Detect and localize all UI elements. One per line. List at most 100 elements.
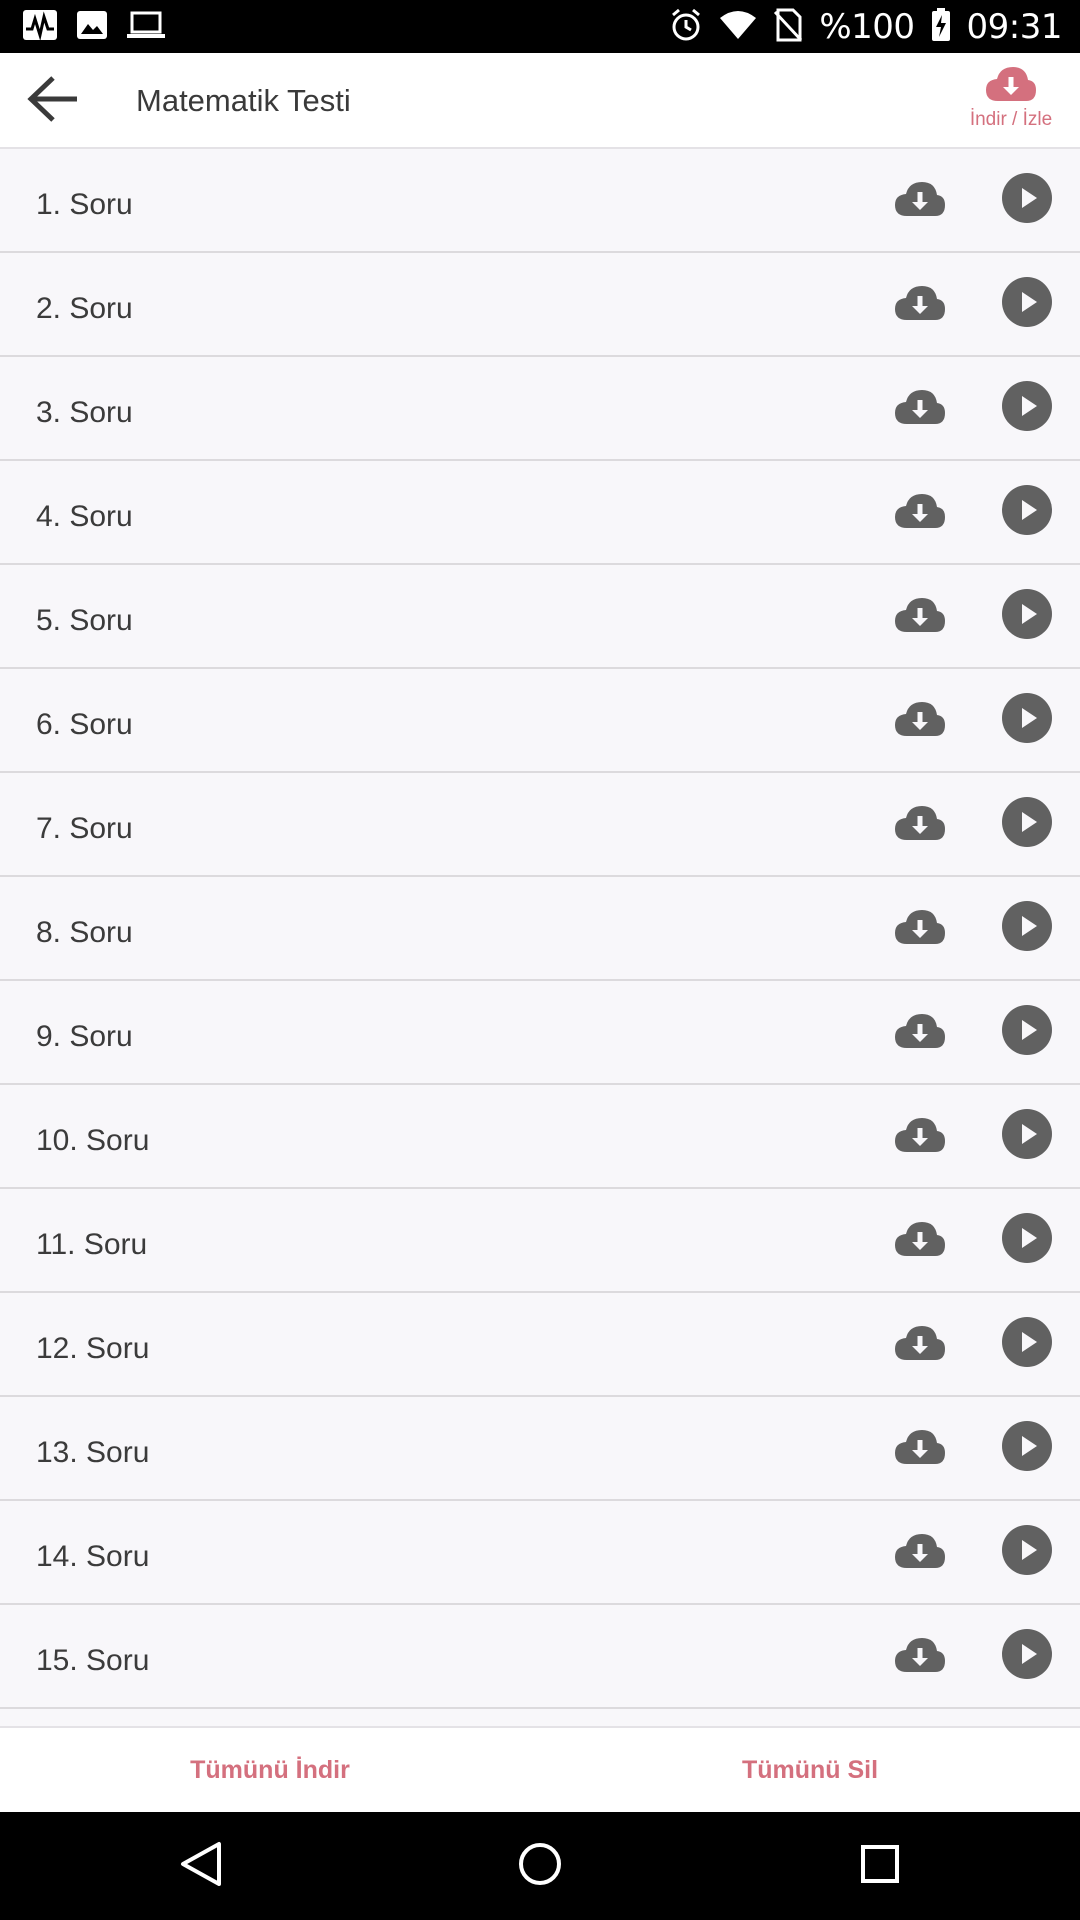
nav-recents-button[interactable]: [850, 1836, 910, 1896]
battery-level: %100: [819, 6, 915, 47]
list-item[interactable]: 1. Soru: [0, 149, 1080, 253]
question-label: 1. Soru: [36, 188, 133, 221]
question-list[interactable]: 1. Soru 2. Soru 3. Soru 4. Soru 5. Soru 6. So…: [0, 149, 1080, 1726]
play-question-button[interactable]: [1001, 1004, 1053, 1060]
question-label: 7. Soru: [36, 812, 133, 845]
play-question-button[interactable]: [1001, 1420, 1053, 1476]
list-item[interactable]: 14. Soru: [0, 1501, 1080, 1605]
download-question-button[interactable]: [890, 1319, 950, 1369]
cloud-download-icon: [893, 1634, 947, 1678]
play-circle-icon: [1001, 1108, 1053, 1164]
question-label: 9. Soru: [36, 1020, 133, 1053]
download-question-button[interactable]: [890, 1527, 950, 1577]
play-question-button[interactable]: [1001, 589, 1053, 642]
download-question-button[interactable]: [890, 591, 950, 641]
play-question-button[interactable]: [1001, 1316, 1053, 1372]
cloud-download-icon: [893, 1218, 947, 1262]
download-question-button[interactable]: [890, 1631, 950, 1681]
download-question-button[interactable]: [890, 1423, 950, 1473]
cloud-download-icon: [893, 1114, 947, 1158]
cloud-download-icon: [984, 63, 1038, 107]
question-label: 6. Soru: [36, 708, 133, 741]
cloud-download-icon: [893, 802, 947, 846]
play-question-button[interactable]: [1001, 1212, 1053, 1268]
play-question-button[interactable]: [1001, 693, 1053, 746]
page-title: Matematik Testi: [136, 83, 351, 118]
question-label: 5. Soru: [36, 604, 133, 637]
list-item[interactable]: 13. Soru: [0, 1397, 1080, 1501]
list-item[interactable]: 12. Soru: [0, 1293, 1080, 1397]
play-question-button[interactable]: [1001, 797, 1053, 850]
cloud-download-icon: [893, 1426, 947, 1470]
play-circle-icon: [1001, 1316, 1053, 1372]
play-question-button[interactable]: [1001, 1524, 1053, 1580]
laptop-icon: [126, 10, 166, 44]
square-recents-icon: [859, 1843, 901, 1889]
download-watch-button[interactable]: İndir / İzle: [956, 63, 1066, 143]
download-question-button[interactable]: [890, 279, 950, 329]
navigation-bar: [0, 1812, 1080, 1920]
list-item[interactable]: 3. Soru: [0, 357, 1080, 461]
download-question-button[interactable]: [890, 487, 950, 537]
question-label: 3. Soru: [36, 396, 133, 429]
download-question-button[interactable]: [890, 695, 950, 745]
back-button[interactable]: [22, 71, 84, 131]
list-item[interactable]: 6. Soru: [0, 669, 1080, 773]
list-item[interactable]: 7. Soru: [0, 773, 1080, 877]
download-question-button[interactable]: [890, 1215, 950, 1265]
play-circle-icon: [1001, 380, 1053, 436]
play-question-button[interactable]: [1001, 900, 1053, 956]
cloud-download-icon: [893, 178, 947, 222]
play-question-button[interactable]: [1001, 380, 1053, 436]
cloud-download-icon: [893, 906, 947, 950]
play-circle-icon: [1001, 484, 1053, 540]
download-question-button[interactable]: [890, 799, 950, 849]
app-bar: Matematik Testi İndir / İzle: [0, 53, 1080, 149]
list-item[interactable]: 11. Soru: [0, 1189, 1080, 1293]
play-circle-icon: [1001, 900, 1053, 956]
play-circle-icon: [1001, 1524, 1053, 1580]
cloud-download-icon: [893, 490, 947, 534]
play-circle-icon: [1001, 1628, 1053, 1684]
list-item[interactable]: 2. Soru: [0, 253, 1080, 357]
download-question-button[interactable]: [890, 903, 950, 953]
wifi-icon: [719, 10, 757, 44]
play-circle-icon: [1001, 276, 1053, 332]
nav-back-button[interactable]: [171, 1836, 231, 1896]
download-question-button[interactable]: [890, 383, 950, 433]
play-circle-icon: [1001, 172, 1053, 228]
download-question-button[interactable]: [890, 1111, 950, 1161]
question-label: 14. Soru: [36, 1540, 150, 1573]
triangle-back-icon: [179, 1841, 223, 1891]
nav-home-button[interactable]: [510, 1836, 570, 1896]
play-question-button[interactable]: [1001, 1628, 1053, 1684]
cloud-download-icon: [893, 594, 947, 638]
battery-charging-icon: [931, 7, 951, 46]
list-item[interactable]: 5. Soru: [0, 565, 1080, 669]
download-question-button[interactable]: [890, 1007, 950, 1057]
download-all-button[interactable]: Tümünü İndir: [0, 1728, 540, 1812]
cloud-download-icon: [893, 1010, 947, 1054]
delete-all-button[interactable]: Tümünü Sil: [540, 1728, 1080, 1812]
play-question-button[interactable]: [1001, 484, 1053, 540]
list-item[interactable]: 4. Soru: [0, 461, 1080, 565]
play-circle-icon: [1001, 1004, 1053, 1060]
play-question-button[interactable]: [1001, 172, 1053, 228]
status-bar: %100 09:31: [0, 0, 1080, 53]
download-question-button[interactable]: [890, 175, 950, 225]
question-label: 4. Soru: [36, 500, 133, 533]
play-circle-icon: [1001, 1212, 1053, 1268]
list-item[interactable]: 9. Soru: [0, 981, 1080, 1085]
play-question-button[interactable]: [1001, 1108, 1053, 1164]
play-circle-icon: [1001, 1420, 1053, 1476]
question-label: 10. Soru: [36, 1124, 150, 1157]
play-question-button[interactable]: [1001, 276, 1053, 332]
circle-home-icon: [517, 1841, 563, 1891]
image-icon: [76, 10, 108, 44]
cloud-download-icon: [893, 698, 947, 742]
arrow-back-icon: [27, 75, 79, 127]
question-label: 13. Soru: [36, 1436, 150, 1469]
list-item[interactable]: 10. Soru: [0, 1085, 1080, 1189]
list-item[interactable]: 15. Soru: [0, 1605, 1080, 1709]
list-item[interactable]: 8. Soru: [0, 877, 1080, 981]
